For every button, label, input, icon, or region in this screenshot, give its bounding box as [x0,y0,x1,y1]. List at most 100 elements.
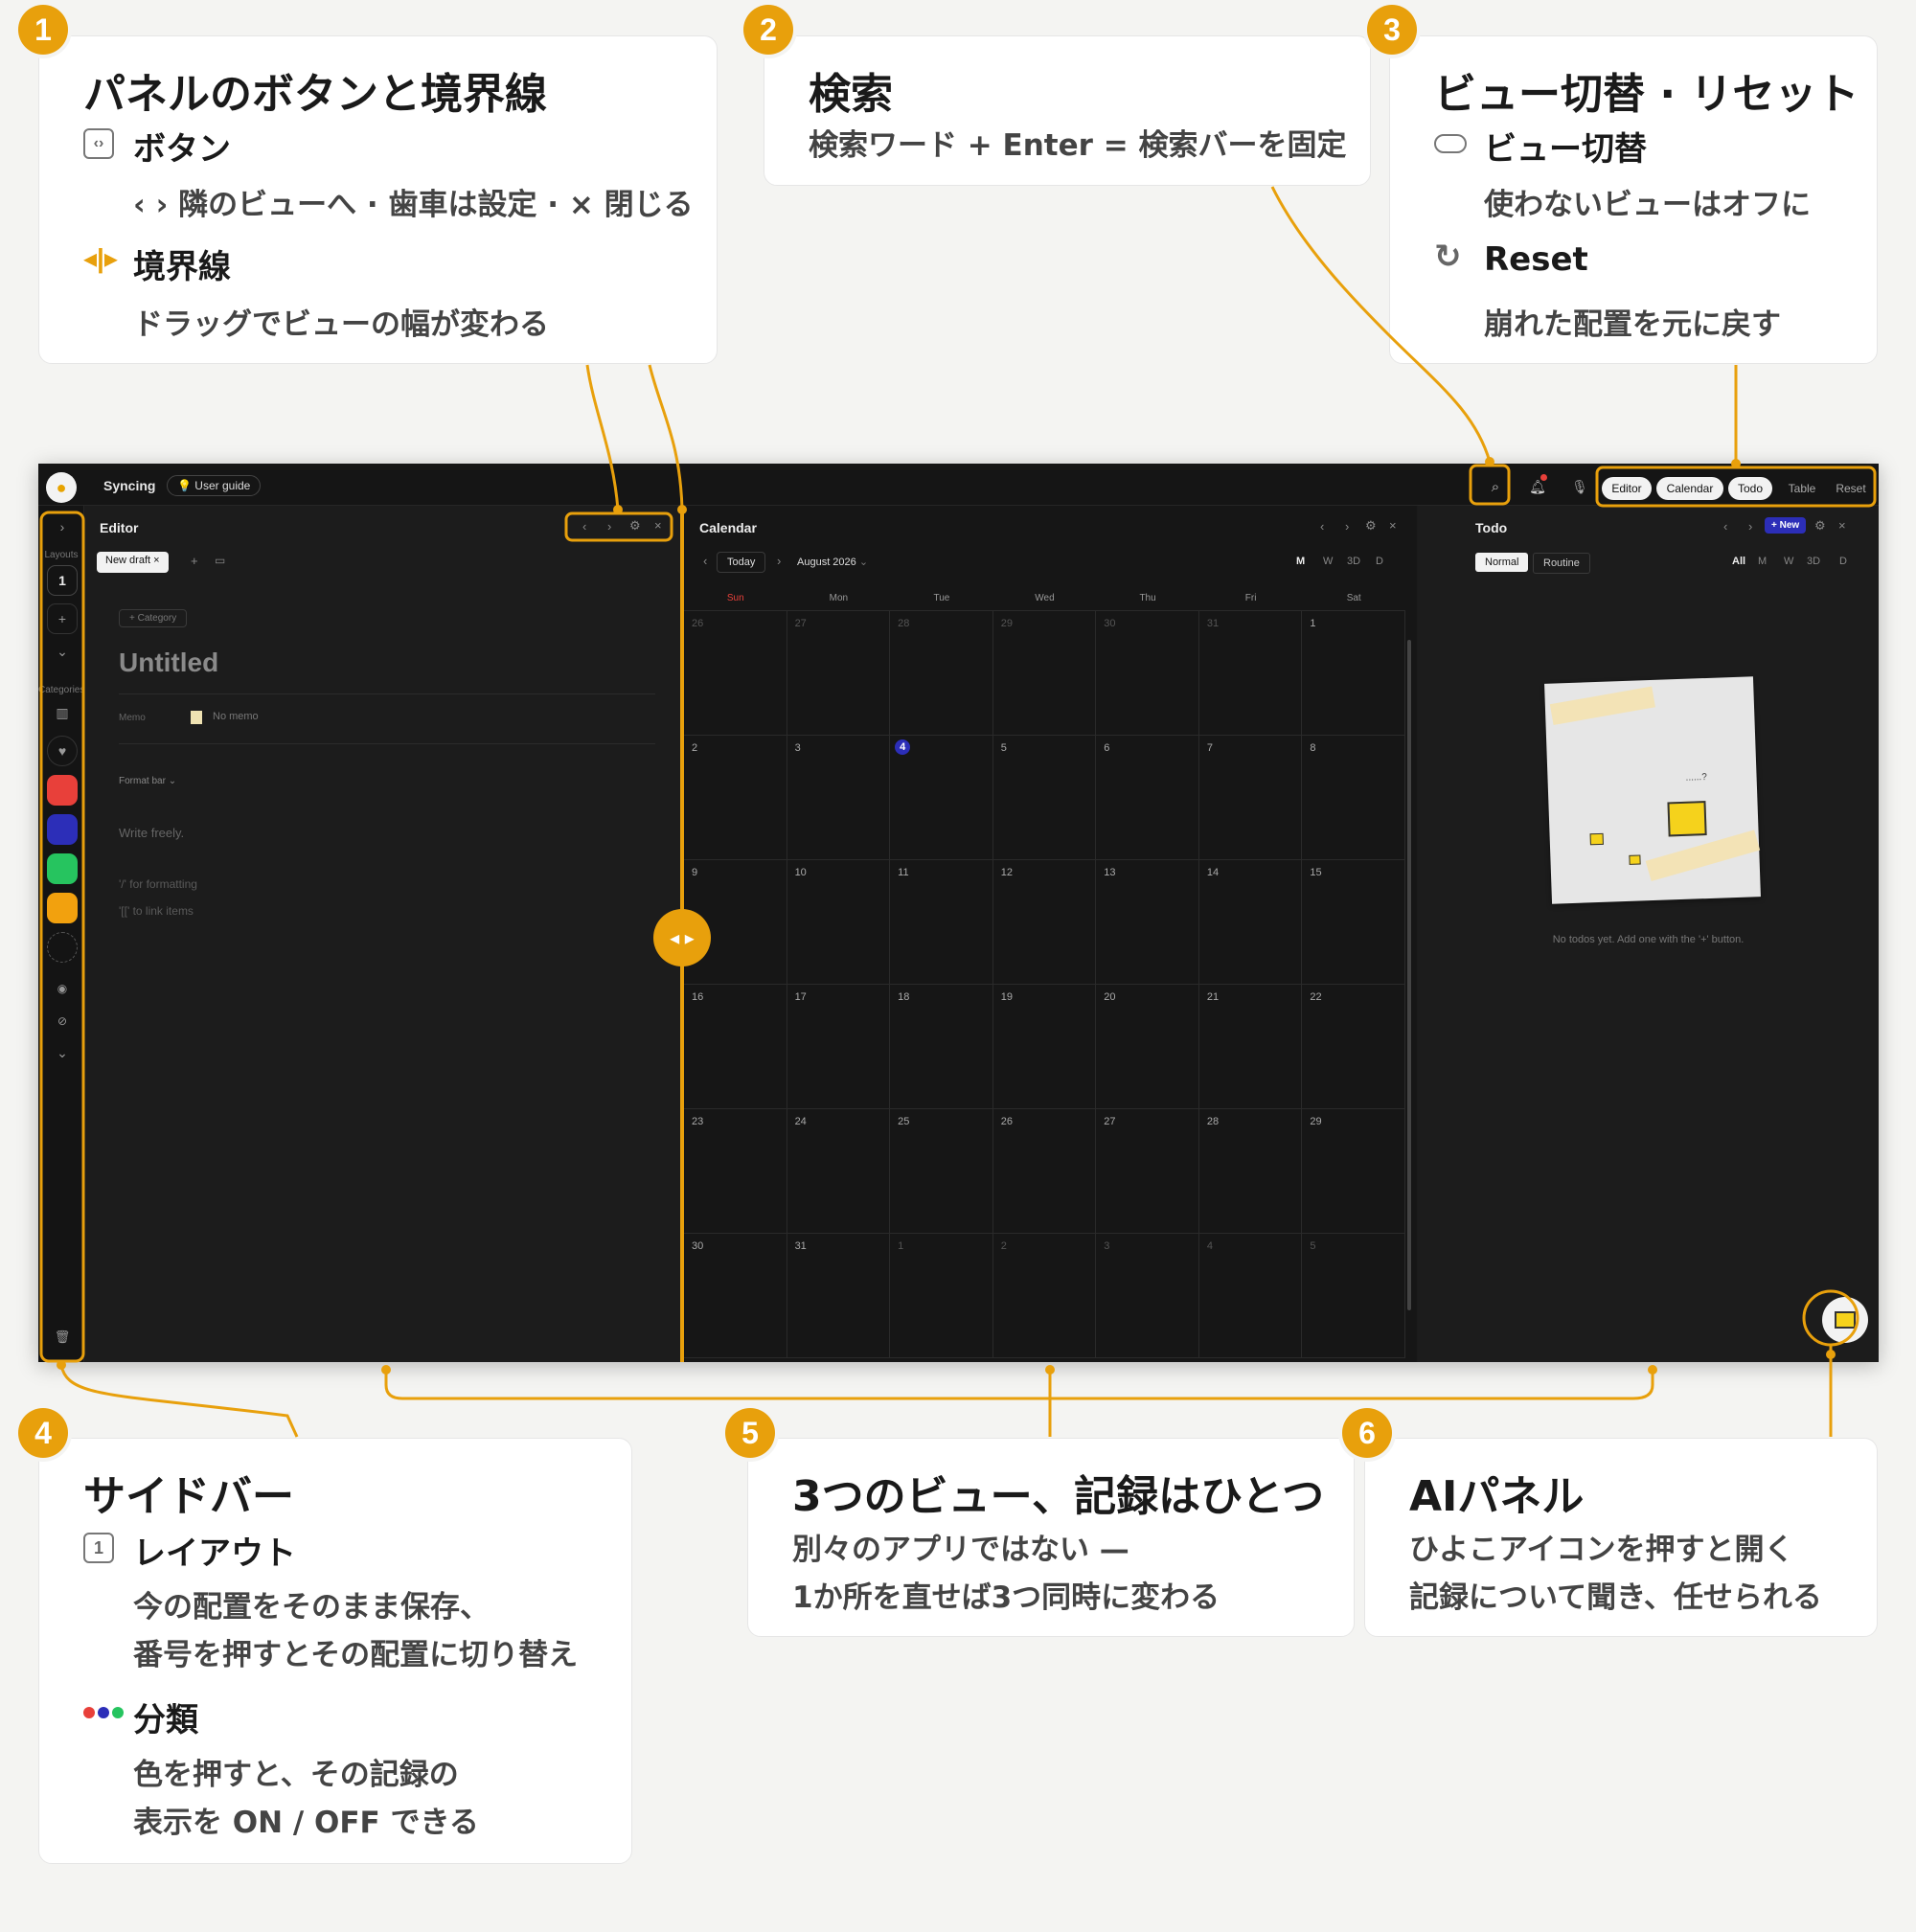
favorite-heart-icon[interactable]: ♥ [47,736,78,766]
calendar-day-cell[interactable]: 18 [890,985,993,1109]
calendar-day-cell[interactable]: 28 [1198,1109,1303,1234]
settings-gear-icon[interactable]: ⚙ [1814,518,1826,534]
calendar-day-cell[interactable]: 22 [1302,985,1405,1109]
search-icon[interactable]: ⌕ [1483,474,1508,499]
mode-w[interactable]: W [1323,556,1333,567]
calendar-day-cell[interactable]: 19 [992,985,1097,1109]
microphone-icon[interactable]: 🎙︎ [1567,474,1592,499]
today-button[interactable]: Today [717,552,766,573]
calendar-day-cell[interactable]: 12 [992,860,1097,985]
calendar-day-cell[interactable]: 31 [1198,611,1303,736]
next-view-chevron-icon[interactable]: › [607,519,611,534]
sidebar-expand-chevron-icon[interactable]: › [47,511,78,542]
calendar-day-cell[interactable]: 7 [1198,736,1303,860]
prev-view-chevron-icon[interactable]: ‹ [1723,519,1727,534]
hide-eye-icon[interactable]: ⊘ [47,1006,78,1036]
category-add-dashed[interactable] [47,932,78,963]
view-toggle-todo[interactable]: Todo [1728,477,1772,500]
calendar-day-cell[interactable]: 21 [1198,985,1303,1109]
settings-gear-icon[interactable]: ⚙ [629,518,641,534]
calendar-day-cell[interactable]: 27 [787,611,891,736]
filter-d[interactable]: D [1839,556,1847,567]
calendar-day-cell[interactable]: 1 [890,1234,993,1358]
calendar-day-cell[interactable]: 30 [684,1234,787,1358]
calendar-day-cell[interactable]: 4 [1198,1234,1303,1358]
calendar-day-cell[interactable]: 3 [1096,1234,1199,1358]
close-icon[interactable]: × [654,518,662,533]
calendar-scrollbar[interactable] [1407,640,1411,1310]
calendar-day-cell[interactable]: 15 [1302,860,1405,985]
calendar-day-cell[interactable]: 27 [1096,1109,1199,1234]
editor-placeholder[interactable]: Write freely. [119,826,184,840]
tab-normal[interactable]: Normal [1475,553,1529,572]
category-blue[interactable] [47,814,78,845]
category-grid-icon[interactable]: ▥ [47,697,78,728]
document-title[interactable]: Untitled [119,648,218,678]
calendar-day-cell[interactable]: 30 [1096,611,1199,736]
new-todo-button[interactable]: + New [1765,517,1807,534]
calendar-day-cell[interactable]: 24 [787,1109,891,1234]
calendar-day-cell[interactable]: 25 [890,1109,993,1234]
calendar-day-cell[interactable]: 29 [1302,1109,1405,1234]
view-toggle-calendar[interactable]: Calendar [1656,477,1723,500]
tab-routine[interactable]: Routine [1533,553,1590,574]
view-toggle-table[interactable]: Table [1777,477,1827,500]
calendar-day-cell[interactable]: 1 [1302,611,1405,736]
calendar-day-cell[interactable]: 11 [890,860,993,985]
mode-d[interactable]: D [1376,556,1383,567]
show-eye-icon[interactable]: ◉ [47,973,78,1004]
folder-icon[interactable]: ▭ [215,554,225,567]
trash-icon[interactable]: 🗑︎ [47,1322,78,1352]
filter-all[interactable]: All [1732,556,1745,567]
reset-button[interactable]: Reset [1827,477,1875,500]
layouts-collapse-chevron-icon[interactable]: ⌄ [47,636,78,667]
prev-view-chevron-icon[interactable]: ‹ [1320,519,1324,534]
next-month-chevron-icon[interactable]: › [777,554,781,568]
next-view-chevron-icon[interactable]: › [1345,519,1349,534]
prev-view-chevron-icon[interactable]: ‹ [582,519,586,534]
calendar-day-cell[interactable]: 31 [787,1234,891,1358]
mode-3d[interactable]: 3D [1347,556,1360,567]
mode-m[interactable]: M [1296,556,1305,567]
calendar-day-cell[interactable]: 2 [992,1234,1097,1358]
calendar-day-cell[interactable]: 26 [992,1109,1097,1234]
add-layout-button[interactable]: + [47,603,78,634]
filter-3d[interactable]: 3D [1807,556,1820,567]
filter-w[interactable]: W [1784,556,1793,567]
calendar-day-cell[interactable]: 4 [890,736,993,860]
calendar-day-cell[interactable]: 13 [1096,860,1199,985]
calendar-day-cell[interactable]: 28 [890,611,993,736]
close-icon[interactable]: × [1838,518,1846,533]
calendar-day-cell[interactable]: 8 [1302,736,1405,860]
calendar-day-cell[interactable]: 16 [684,985,787,1109]
calendar-day-cell[interactable]: 29 [992,611,1097,736]
calendar-day-cell[interactable]: 3 [787,736,891,860]
category-orange[interactable] [47,893,78,923]
add-tab-icon[interactable]: + [191,554,198,568]
month-label[interactable]: August 2026 ⌄ [797,556,868,568]
settings-gear-icon[interactable]: ⚙ [1365,518,1377,534]
close-icon[interactable]: × [1389,518,1397,533]
calendar-day-cell[interactable]: 23 [684,1109,787,1234]
calendar-day-cell[interactable]: 5 [1302,1234,1405,1358]
ai-chick-button[interactable] [1822,1297,1868,1343]
categories-collapse-chevron-icon[interactable]: ⌄ [47,1037,78,1068]
calendar-day-cell[interactable]: 14 [1198,860,1303,985]
layout-slot-1[interactable]: 1 [47,565,78,596]
format-bar-toggle[interactable]: Format bar ⌄ [119,776,176,786]
calendar-day-cell[interactable]: 2 [684,736,787,860]
category-green[interactable] [47,853,78,884]
calendar-day-cell[interactable]: 26 [684,611,787,736]
divider-drag-handle[interactable]: ◂ ▸ [653,909,711,966]
calendar-day-cell[interactable]: 10 [787,860,891,985]
filter-m[interactable]: M [1758,556,1767,567]
calendar-day-cell[interactable]: 20 [1096,985,1199,1109]
view-toggle-editor[interactable]: Editor [1602,477,1652,500]
calendar-day-cell[interactable]: 17 [787,985,891,1109]
calendar-day-cell[interactable]: 6 [1096,736,1199,860]
calendar-day-cell[interactable]: 5 [992,736,1097,860]
prev-month-chevron-icon[interactable]: ‹ [703,554,707,568]
category-red[interactable] [47,775,78,806]
app-logo-chick-icon[interactable]: ● [46,472,77,503]
draft-tab[interactable]: New draft × [97,552,169,573]
